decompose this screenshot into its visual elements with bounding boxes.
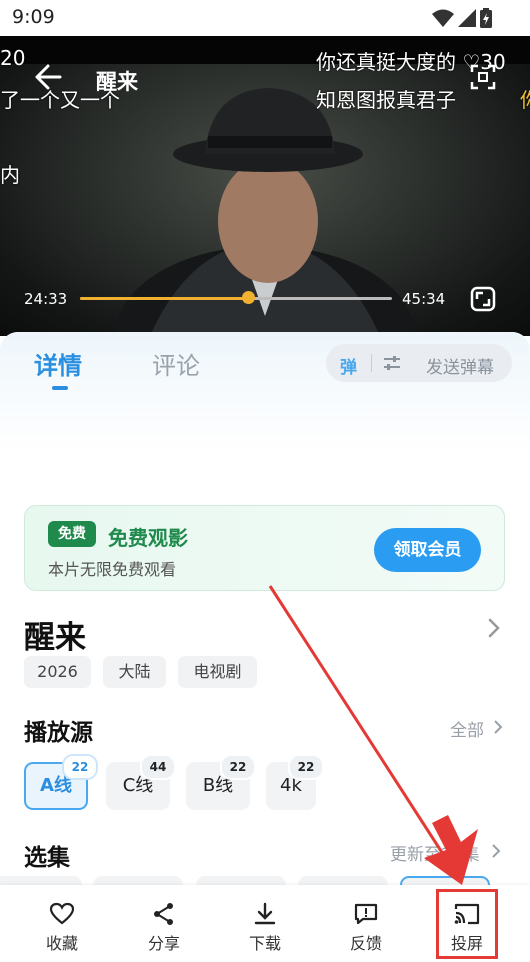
send-danmaku-button[interactable]: 发送弹幕 — [426, 353, 494, 378]
highlight-box — [436, 889, 498, 959]
feedback-icon — [354, 903, 378, 925]
tag-year: 2026 — [24, 656, 91, 688]
current-time: 24:33 — [24, 290, 68, 308]
signal-icon — [458, 9, 476, 27]
show-title: 醒来 — [24, 620, 86, 656]
tag-genre: 电视剧 — [178, 656, 257, 688]
chevron-right-icon — [494, 720, 503, 734]
feedback-button[interactable]: 反馈 — [326, 890, 406, 958]
progress-fill — [80, 297, 249, 300]
episodes-title: 选集 — [24, 845, 70, 871]
chevron-right-icon — [492, 844, 501, 858]
promo-subtitle: 本片无限免费观看 — [48, 560, 177, 579]
free-badge: 免费 — [48, 521, 96, 547]
tag-region: 大陆 — [103, 656, 166, 688]
chevron-right-icon[interactable] — [484, 617, 504, 639]
download-button[interactable]: 下载 — [225, 890, 305, 958]
tab-active-indicator — [52, 386, 68, 390]
download-icon — [254, 902, 276, 925]
video-frame — [0, 36, 530, 336]
favorite-button[interactable]: 收藏 — [22, 890, 102, 958]
source-count-badge: 44 — [140, 754, 176, 780]
share-icon — [154, 903, 173, 925]
fullscreen-icon[interactable] — [470, 286, 496, 312]
source-count-badge: 22 — [220, 754, 256, 780]
nav-label: 收藏 — [45, 934, 78, 953]
danmaku-comment: 20 — [0, 46, 26, 70]
source-count-badge: 22 — [288, 754, 324, 780]
nav-label: 分享 — [147, 934, 180, 953]
status-time: 9:09 — [12, 6, 55, 28]
player-title: 醒来 — [96, 70, 138, 94]
nav-label: 反馈 — [349, 934, 382, 953]
source-count-badge: 22 — [62, 754, 98, 780]
back-arrow-icon[interactable] — [34, 64, 62, 90]
nav-label: 下载 — [248, 934, 281, 953]
danmaku-comment: 内 — [0, 163, 20, 187]
danmaku-toggle[interactable]: 弹 — [340, 353, 357, 378]
heart-icon — [49, 902, 75, 925]
episodes-more-link[interactable]: 更新至22集 — [390, 840, 480, 865]
wifi-icon — [432, 9, 454, 27]
pip-icon[interactable] — [470, 64, 496, 90]
share-button[interactable]: 分享 — [124, 890, 204, 958]
total-time: 45:34 — [402, 290, 446, 308]
danmaku-settings-icon[interactable] — [382, 354, 402, 372]
danmaku-comment: 知恩图报真君子 — [316, 88, 456, 112]
sources-more-link[interactable]: 全部 — [450, 716, 484, 741]
tab-details[interactable]: 详情 — [34, 346, 82, 381]
sources-title: 播放源 — [24, 720, 93, 746]
video-player[interactable]: 20 了一个又一个 你还真挺大度的 ♡30 知恩图报真君子 你 内 — [0, 36, 530, 336]
danmaku-comment: 你 — [520, 84, 530, 113]
get-membership-button[interactable]: 领取会员 — [374, 528, 481, 572]
tab-comments[interactable]: 评论 — [152, 346, 200, 381]
danmaku-divider — [371, 354, 372, 372]
battery-icon — [480, 8, 492, 28]
promo-title: 免费观影 — [108, 526, 188, 550]
status-icons — [432, 8, 492, 28]
